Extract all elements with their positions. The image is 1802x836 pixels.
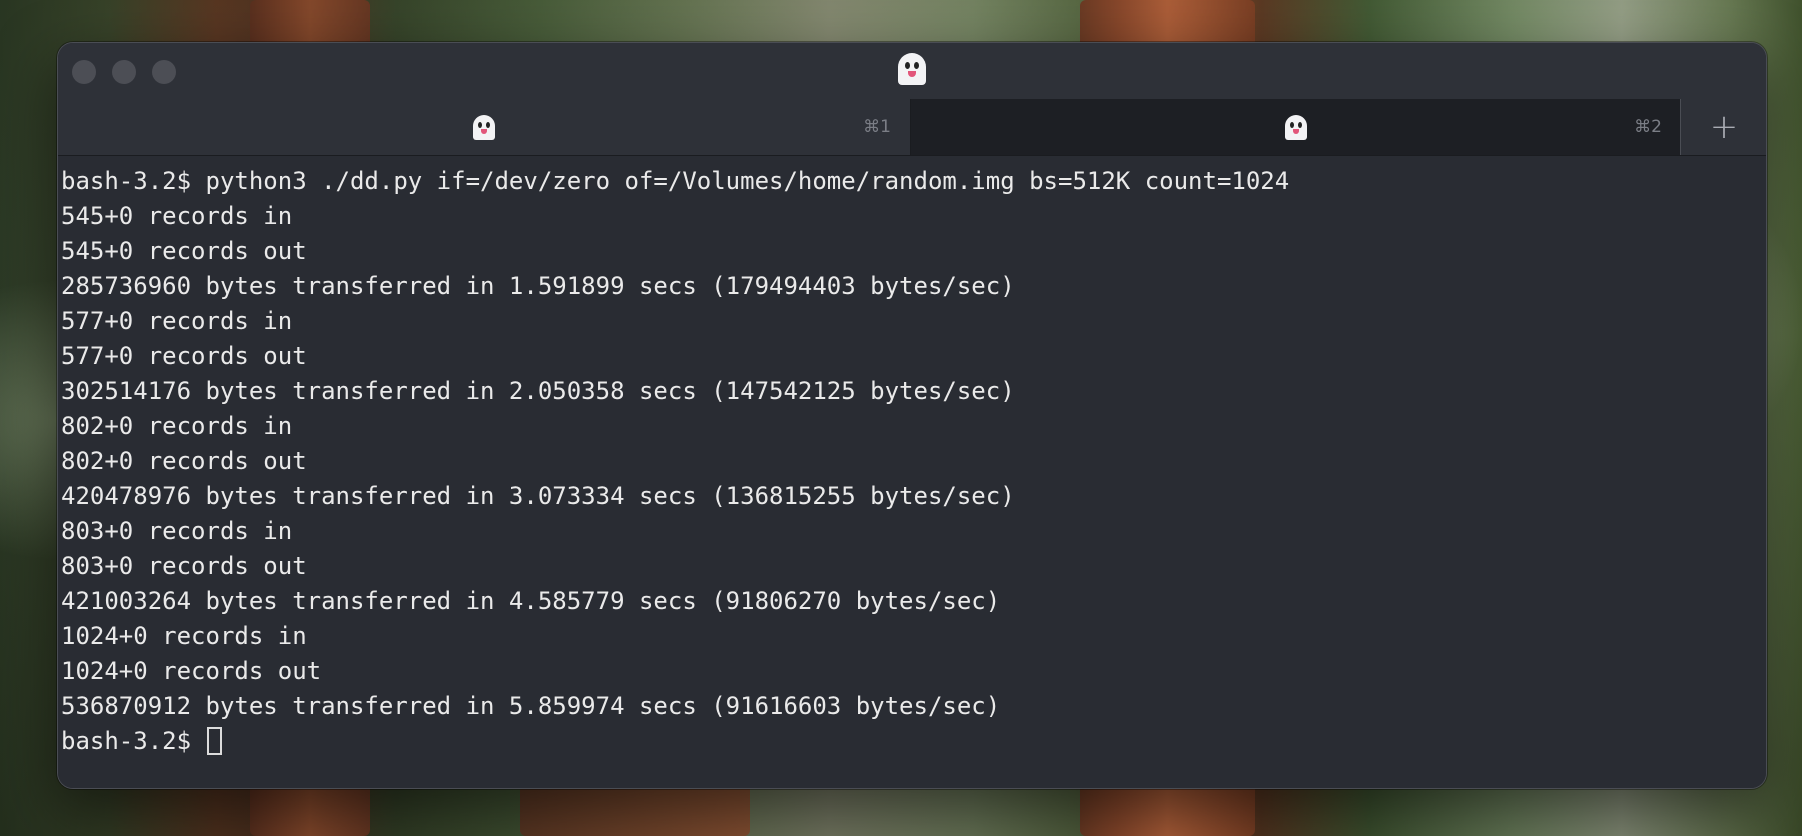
prompt-line[interactable]: bash-3.2$ — [61, 724, 1766, 759]
terminal-line: 1024+0 records out — [61, 657, 322, 685]
tab-1[interactable]: ⌘1 — [58, 99, 909, 155]
terminal-output[interactable]: bash-3.2$ python3 ./dd.py if=/dev/zero o… — [58, 156, 1766, 788]
terminal-line: 302514176 bytes transferred in 2.050358 … — [61, 377, 1015, 405]
terminal-line: 803+0 records out — [61, 552, 307, 580]
terminal-line: 420478976 bytes transferred in 3.073334 … — [61, 482, 1015, 510]
ghost-icon — [472, 114, 495, 140]
terminal-line: 545+0 records in — [61, 202, 293, 230]
terminal-line: 577+0 records in — [61, 307, 293, 335]
terminal-line: 803+0 records in — [61, 517, 293, 545]
terminal-line: 802+0 records out — [61, 447, 307, 475]
ghost-icon — [898, 53, 926, 85]
terminal-line: 536870912 bytes transferred in 5.859974 … — [61, 692, 1001, 720]
tab-2[interactable]: ⌘2 — [910, 99, 1680, 155]
terminal-line: 285736960 bytes transferred in 1.591899 … — [61, 272, 1015, 300]
shell-prompt: bash-3.2$ — [61, 727, 206, 755]
titlebar — [58, 43, 1766, 99]
new-tab-button[interactable]: + — [1680, 99, 1766, 155]
terminal-line: 421003264 bytes transferred in 4.585779 … — [61, 587, 1001, 615]
terminal-window: ⌘1 ⌘2 + bash-3.2$ python3 ./dd.py if=/de… — [57, 42, 1767, 789]
tab-shortcut: ⌘2 — [1634, 117, 1662, 137]
text-cursor — [206, 727, 222, 755]
terminal-line: 577+0 records out — [61, 342, 307, 370]
ghost-icon — [1284, 114, 1307, 140]
tab-bar: ⌘1 ⌘2 + — [58, 99, 1766, 156]
terminal-line: 802+0 records in — [61, 412, 293, 440]
terminal-line: 545+0 records out — [61, 237, 307, 265]
tab-shortcut: ⌘1 — [863, 117, 891, 137]
terminal-line: bash-3.2$ python3 ./dd.py if=/dev/zero o… — [61, 167, 1290, 195]
terminal-line: 1024+0 records in — [61, 622, 307, 650]
window-title — [58, 53, 1766, 94]
